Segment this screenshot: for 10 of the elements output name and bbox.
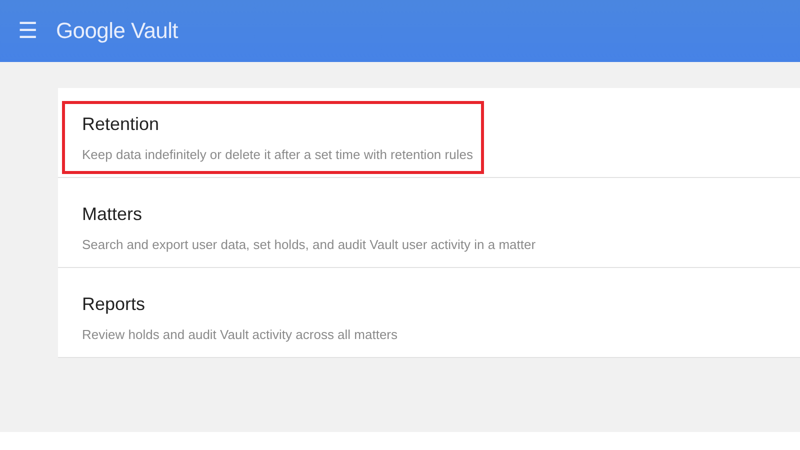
list-item[interactable]: Reports Review holds and audit Vault activity across all matters [58, 268, 800, 358]
list-item[interactable]: Retention Keep data indefinitely or delete it after a set time with retention rules [58, 88, 800, 178]
item-description: Search and export user data, set holds, and audit Vault user activity in a matter [82, 237, 536, 252]
item-description: Review holds and audit Vault activity across all matters [82, 327, 398, 342]
item-title: Matters [82, 204, 144, 225]
item-title: Reports [82, 294, 146, 315]
item-title: Retention [82, 114, 160, 135]
app-title: Google Vault [56, 18, 178, 44]
item-description: Keep data indefinitely or delete it after a set time with retention rules [82, 147, 473, 162]
list-item[interactable]: Matters Search and export user data, set holds, and audit Vault user activity in a matter [58, 178, 800, 268]
